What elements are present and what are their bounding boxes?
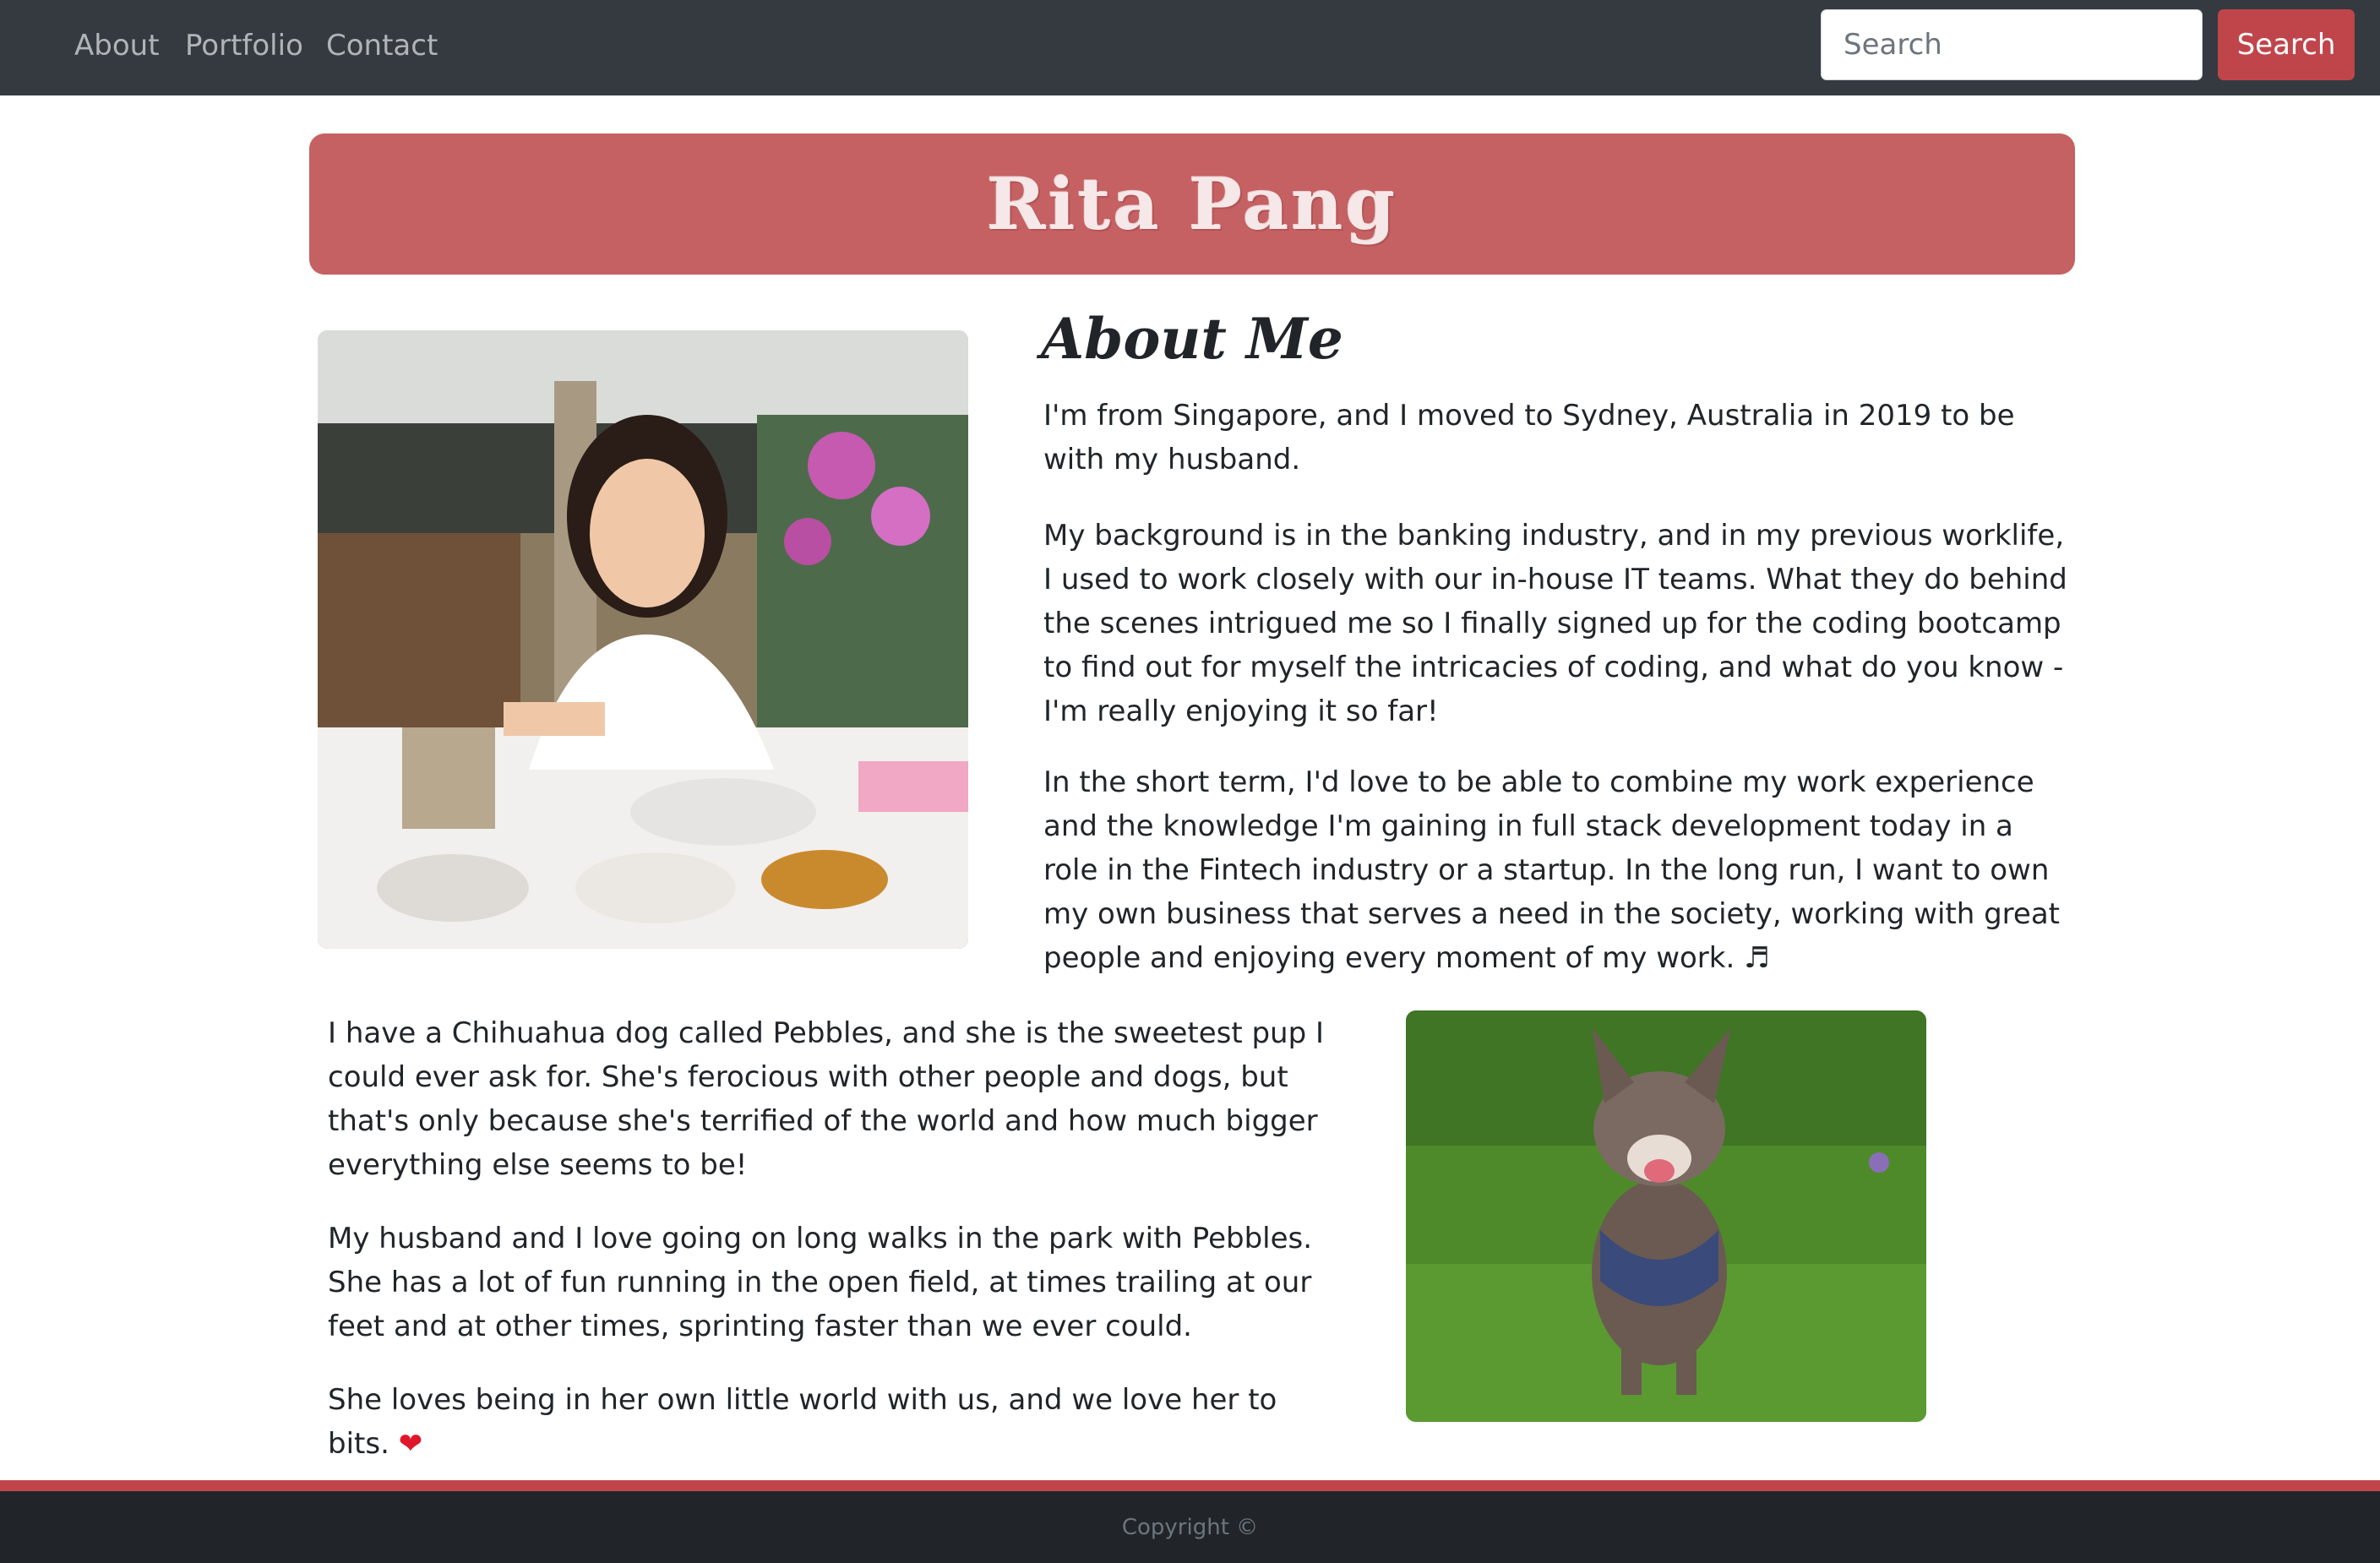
profile-photo	[318, 330, 968, 949]
pets-paragraph-text: She loves being in her own little world …	[328, 1383, 1277, 1461]
nav-link-portfolio[interactable]: Portfolio	[185, 25, 303, 66]
pets-paragraph: She loves being in her own little world …	[328, 1378, 1329, 1466]
pets-paragraph: I have a Chihuahua dog called Pebbles, a…	[328, 1016, 1325, 1182]
page-title: Rita Pang	[986, 162, 1398, 246]
footer-accent-bar	[0, 1480, 2380, 1491]
dog-photo	[1406, 1010, 1926, 1422]
search-input[interactable]	[1821, 9, 2203, 80]
header-banner: Rita Pang	[309, 133, 2075, 275]
profile-photo-image	[318, 330, 968, 949]
pets-paragraph: My husband and I love going on long walk…	[328, 1222, 1313, 1343]
footer: Copyright ©	[0, 1491, 2380, 1563]
top-navbar: About Portfolio Contact Search	[0, 0, 2380, 95]
copyright-text: Copyright ©	[1121, 1514, 1259, 1540]
about-heading: About Me	[1041, 306, 1343, 372]
dog-photo-image	[1406, 1010, 1926, 1422]
about-paragraph-text: In the short term, I'd love to be able t…	[1043, 765, 2060, 975]
about-paragraph: My background is in the banking industry…	[1043, 519, 2067, 728]
nav-link-about[interactable]: About	[74, 25, 160, 66]
about-paragraph: I'm from Singapore, and I moved to Sydne…	[1043, 399, 2015, 477]
music-note-icon: ♬	[1744, 941, 1770, 975]
nav-link-contact[interactable]: Contact	[326, 25, 438, 66]
search-button[interactable]: Search	[2218, 9, 2355, 80]
about-paragraph: In the short term, I'd love to be able t…	[1043, 760, 2070, 980]
heart-icon: ❤	[398, 1427, 423, 1461]
